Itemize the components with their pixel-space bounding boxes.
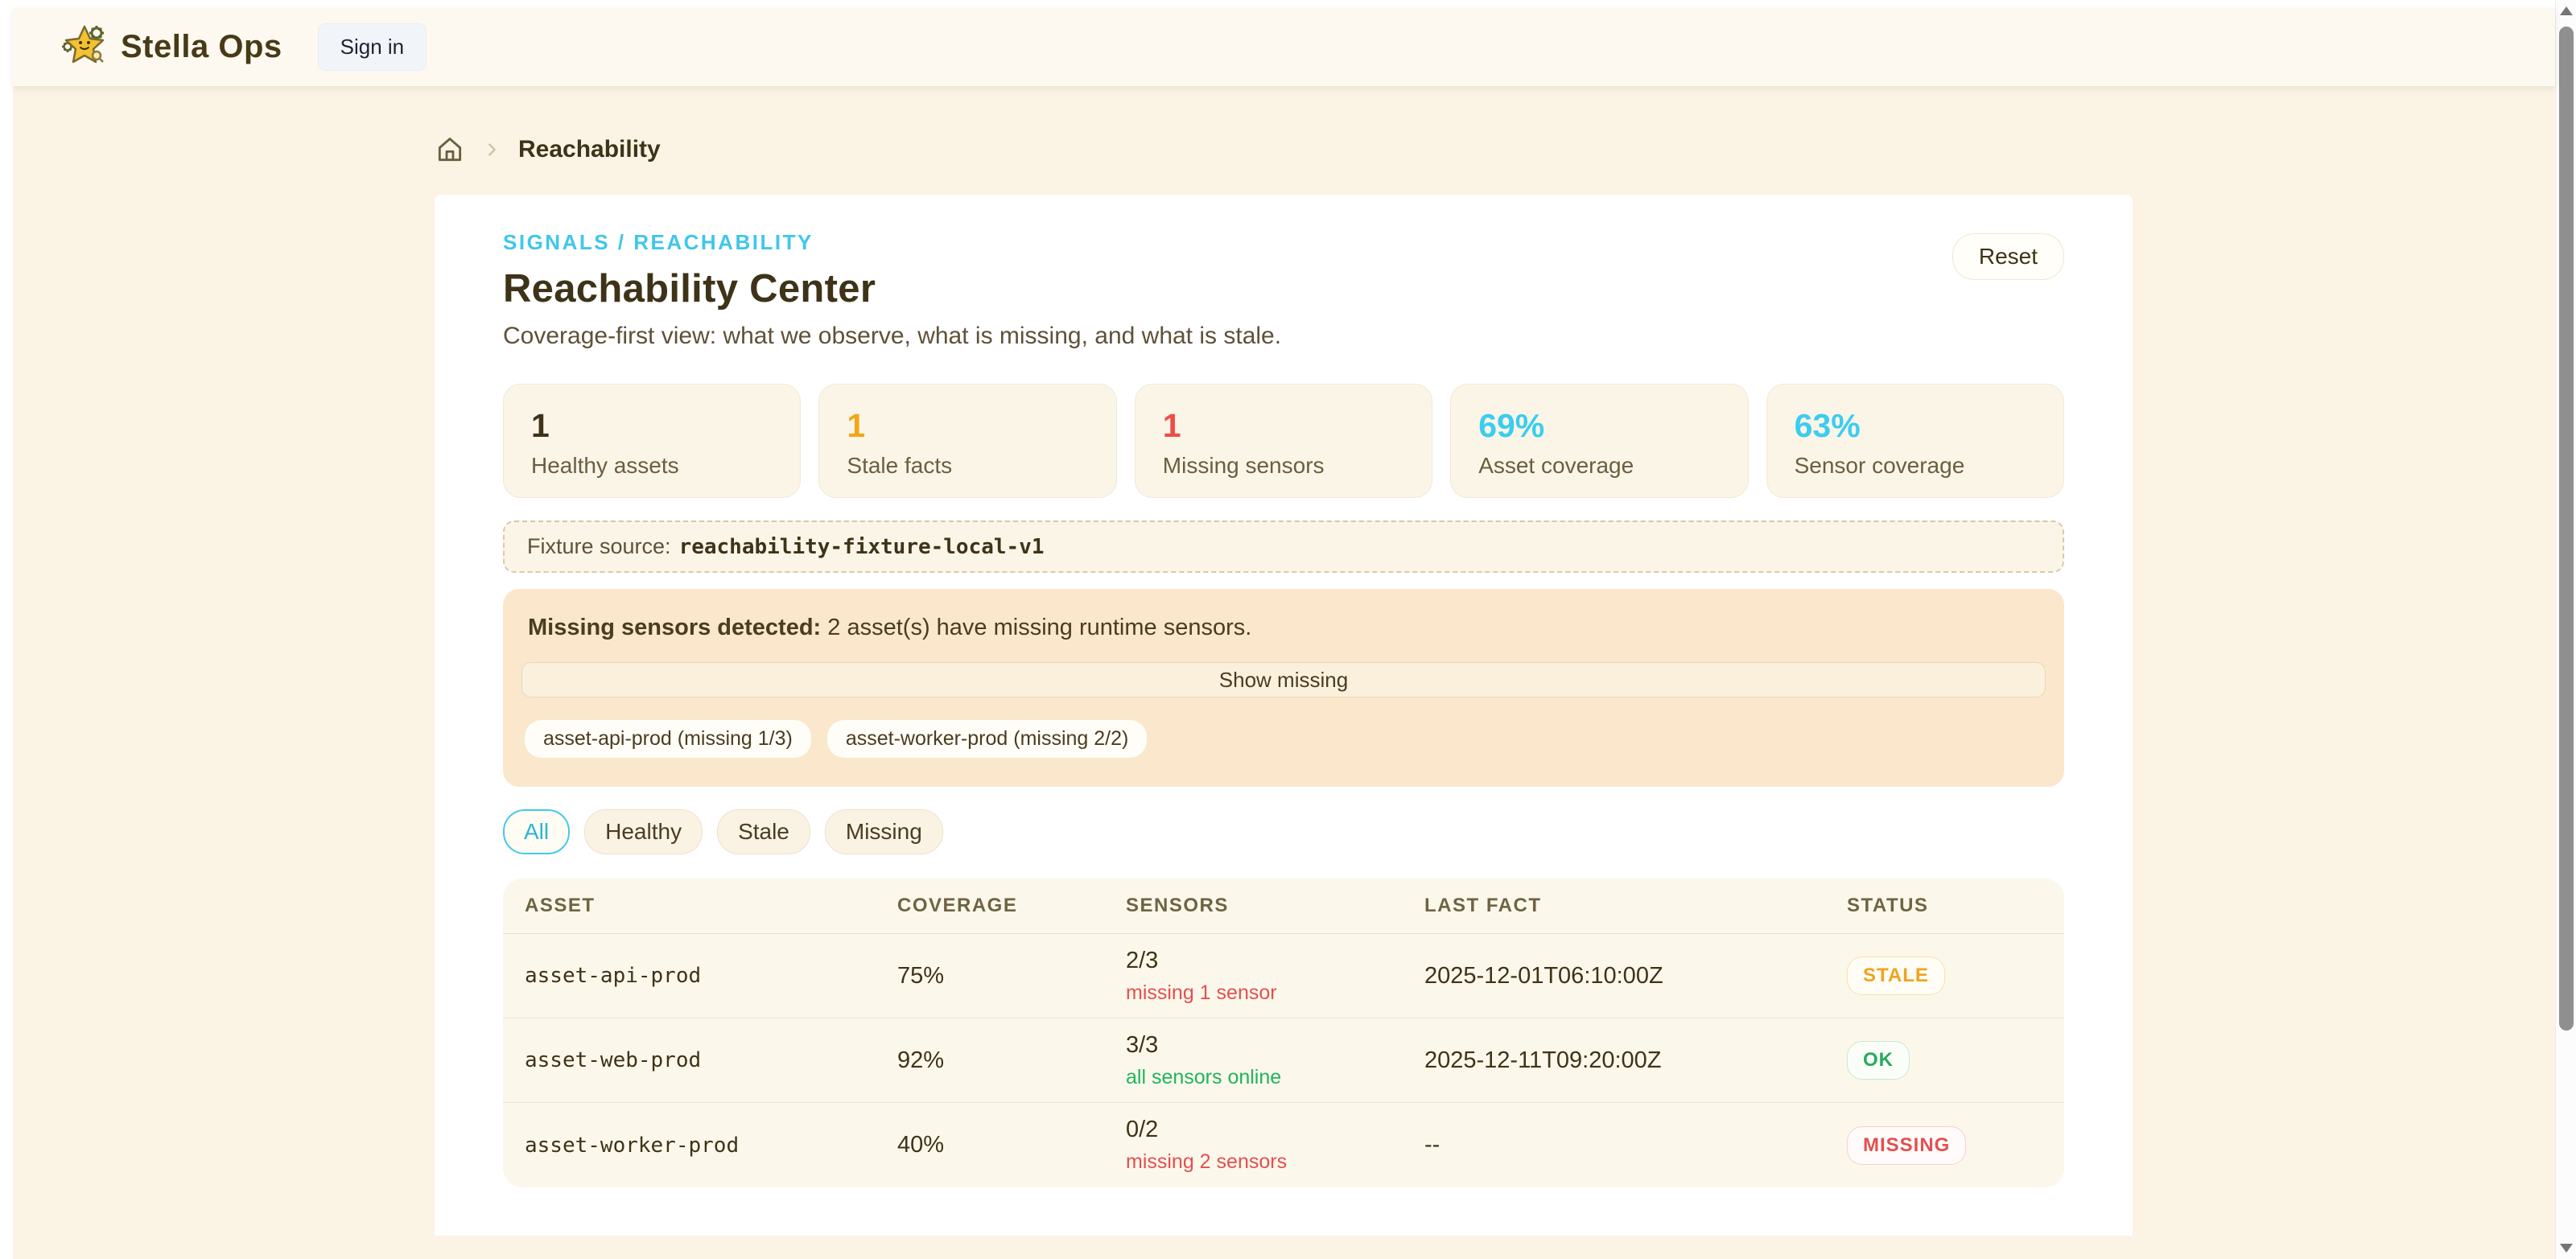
alert-title: Missing sensors detected: [528,615,821,640]
filter-healthy[interactable]: Healthy [584,809,703,854]
stat-value: 1 [1163,407,1404,445]
column-header-asset: ASSET [525,895,897,917]
coverage-value: 92% [897,1047,1126,1074]
stella-ops-logo-icon [61,22,108,72]
reachability-card: SIGNALS / REACHABILITY Reachability Cent… [435,195,2133,1236]
page-subtitle: Coverage-first view: what we observe, wh… [503,323,1281,350]
sign-in-button[interactable]: Sign in [318,23,427,71]
status-cell: STALE [1847,957,2064,995]
last-fact-value: 2025-12-01T06:10:00Z [1424,963,1847,990]
last-fact-value: 2025-12-11T09:20:00Z [1424,1047,1847,1074]
scroll-up-arrow-icon[interactable] [2560,6,2573,15]
stat-value: 1 [847,407,1088,445]
missing-asset-chip: asset-worker-prod (missing 2/2) [827,720,1148,758]
alert-body: 2 asset(s) have missing runtime sensors. [827,615,1251,640]
reset-button[interactable]: Reset [1952,233,2064,280]
vertical-scrollbar[interactable] [2555,0,2576,1259]
page-title: Reachability Center [503,266,1281,311]
stat-value: 69% [1478,407,1720,445]
screen: Stella Ops Sign in [0,0,2576,1259]
table-row-asset-api-prod[interactable]: asset-api-prod 75% 2/3 missing 1 sensor … [503,934,2064,1018]
asset-name: asset-web-prod [525,1048,897,1072]
missing-asset-chip: asset-api-prod (missing 1/3) [525,720,811,758]
last-fact-value: -- [1424,1132,1847,1158]
column-header-last-fact: LAST FACT [1424,895,1847,917]
asset-name: asset-worker-prod [525,1134,897,1158]
stat-sensor-coverage: 63% Sensor coverage [1766,384,2064,498]
filter-missing[interactable]: Missing [825,809,943,854]
stats-row: 1 Healthy assets 1 Stale facts 1 Missing… [503,384,2064,498]
stat-value: 63% [1795,407,2036,445]
stat-stale-facts: 1 Stale facts [818,384,1116,498]
sensors-count: 3/3 [1126,1032,1424,1059]
stat-label: Stale facts [847,453,1088,479]
app-header: Stella Ops Sign in [13,8,2555,86]
stat-label: Asset coverage [1478,453,1720,479]
status-cell: MISSING [1847,1126,2064,1165]
sensors-count: 2/3 [1126,948,1424,974]
table-header-row: ASSET COVERAGE SENSORS LAST FACT STATUS [503,878,2064,934]
missing-asset-chips: asset-api-prod (missing 1/3) asset-worke… [521,720,2046,758]
fixture-source-value: reachability-fixture-local-v1 [679,535,1045,559]
sensors-cell: 2/3 missing 1 sensor [1126,948,1424,1005]
main-content: Reachability SIGNALS / REACHABILITY Reac… [13,86,2555,1259]
title-block: SIGNALS / REACHABILITY Reachability Cent… [503,230,1281,350]
status-badge: STALE [1847,957,1945,995]
scroll-down-arrow-icon[interactable] [2560,1244,2573,1253]
show-missing-button[interactable]: Show missing [521,662,2046,697]
stat-healthy-assets: 1 Healthy assets [503,384,801,498]
filter-all[interactable]: All [503,809,570,854]
chevron-right-icon [483,141,501,158]
sensors-count: 0/2 [1126,1117,1424,1143]
filter-stale[interactable]: Stale [717,809,810,854]
coverage-value: 75% [897,963,1126,990]
column-header-sensors: SENSORS [1126,895,1424,917]
stat-label: Missing sensors [1163,453,1404,479]
missing-sensors-alert: Missing sensors detected: 2 asset(s) hav… [503,589,2064,787]
home-icon[interactable] [435,134,465,165]
stat-asset-coverage: 69% Asset coverage [1450,384,1748,498]
status-filter-group: All Healthy Stale Missing [503,809,2064,854]
stat-missing-sensors: 1 Missing sensors [1135,384,1432,498]
table-row-asset-web-prod[interactable]: asset-web-prod 92% 3/3 all sensors onlin… [503,1018,2064,1103]
sensors-cell: 3/3 all sensors online [1126,1032,1424,1089]
brand-name: Stella Ops [121,29,282,65]
status-badge: OK [1847,1041,1910,1080]
stat-label: Sensor coverage [1795,453,2036,479]
column-header-coverage: COVERAGE [897,895,1126,917]
section-eyebrow: SIGNALS / REACHABILITY [503,230,1281,255]
sensors-note: all sensors online [1126,1066,1424,1089]
alert-message: Missing sensors detected: 2 asset(s) hav… [521,615,2046,641]
status-badge: MISSING [1847,1126,1966,1165]
stat-value: 1 [531,407,773,445]
status-cell: OK [1847,1041,2064,1080]
fixture-source-bar: Fixture source: reachability-fixture-loc… [503,520,2064,573]
breadcrumb-current[interactable]: Reachability [518,136,661,163]
column-header-status: STATUS [1847,895,2064,917]
coverage-value: 40% [897,1132,1126,1158]
sensors-note: missing 1 sensor [1126,981,1424,1005]
app-window: Stella Ops Sign in [13,8,2555,1259]
asset-name: asset-api-prod [525,964,897,988]
brand[interactable]: Stella Ops [61,22,282,72]
assets-table: ASSET COVERAGE SENSORS LAST FACT STATUS … [503,878,2064,1187]
breadcrumb: Reachability [435,133,2133,167]
stat-label: Healthy assets [531,453,773,479]
table-row-asset-worker-prod[interactable]: asset-worker-prod 40% 0/2 missing 2 sens… [503,1103,2064,1187]
fixture-source-label: Fixture source: [527,534,671,559]
sensors-cell: 0/2 missing 2 sensors [1126,1117,1424,1174]
scrollbar-thumb[interactable] [2559,27,2574,1031]
sensors-note: missing 2 sensors [1126,1150,1424,1174]
